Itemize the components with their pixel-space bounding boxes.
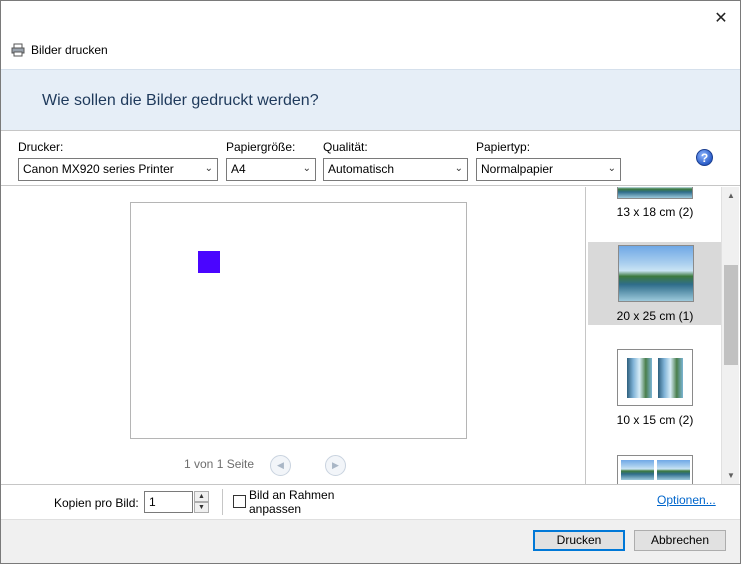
paper-size-select[interactable]: A4 ⌄ — [226, 158, 316, 181]
title-bar: Bilder drucken — [11, 41, 108, 59]
window-title: Bilder drucken — [31, 43, 108, 57]
paper-size-value: A4 — [231, 162, 246, 176]
next-page-button[interactable]: ▶ — [325, 455, 346, 476]
printer-icon — [11, 43, 25, 57]
fit-to-frame-checkbox[interactable] — [233, 495, 246, 508]
close-icon: ✕ — [714, 10, 728, 27]
copies-bar: Kopien pro Bild: ▲ ▼ Bild an Rahmen anpa… — [1, 484, 740, 519]
layout-caption: 20 x 25 cm (1) — [616, 309, 694, 323]
layout-caption: 13 x 18 cm (2) — [616, 205, 694, 219]
layout-thumbnail — [617, 455, 693, 484]
chevron-down-icon: ⌄ — [302, 163, 311, 174]
header-banner: Wie sollen die Bilder gedruckt werden? — [1, 69, 740, 131]
paper-size-label: Papiergröße: — [226, 140, 296, 154]
page-title: Wie sollen die Bilder gedruckt werden? — [42, 92, 319, 109]
close-button[interactable]: ✕ — [708, 7, 734, 29]
print-pictures-dialog: ✕ Bilder drucken Wie sollen die Bilder g… — [0, 0, 741, 564]
print-preview: 1 von 1 Seite ◀ ▶ — [1, 187, 585, 484]
arrow-right-icon: ▶ — [332, 460, 339, 470]
chevron-down-icon: ⌄ — [204, 163, 213, 174]
layout-thumbnail — [617, 349, 693, 406]
print-options-bar: Drucker: Canon MX920 series Printer ⌄ Pa… — [1, 131, 740, 186]
fit-to-frame-label[interactable]: Bild an Rahmen anpassen — [249, 488, 349, 516]
layout-item[interactable]: 13 x 18 cm (2) — [588, 187, 722, 227]
page-indicator: 1 von 1 Seite — [184, 457, 255, 471]
chevron-up-icon: ▲ — [198, 493, 205, 500]
paper-type-value: Normalpapier — [481, 162, 554, 176]
scroll-thumb[interactable] — [724, 265, 738, 365]
copies-decrement-button[interactable]: ▼ — [194, 502, 209, 513]
print-button[interactable]: Drucken — [533, 530, 625, 551]
arrow-left-icon: ◀ — [277, 460, 284, 470]
layout-item[interactable]: 10 x 15 cm (2) — [588, 347, 722, 432]
layout-list: 13 x 18 cm (2) 20 x 25 cm (1) 10 x 15 cm… — [585, 187, 740, 484]
printer-label: Drucker: — [18, 140, 64, 154]
help-icon[interactable]: ? — [696, 149, 713, 166]
copies-label: Kopien pro Bild: — [54, 496, 139, 510]
layout-item[interactable] — [588, 453, 722, 484]
copies-input[interactable] — [144, 491, 193, 513]
divider — [222, 489, 223, 515]
previous-page-button[interactable]: ◀ — [270, 455, 291, 476]
copies-increment-button[interactable]: ▲ — [194, 491, 209, 502]
dialog-footer: Drucken Abbrechen — [1, 519, 740, 563]
paper-type-select[interactable]: Normalpapier ⌄ — [476, 158, 621, 181]
preview-page — [130, 202, 467, 439]
quality-select[interactable]: Automatisch ⌄ — [323, 158, 468, 181]
layout-item[interactable]: 20 x 25 cm (1) — [588, 242, 722, 325]
printer-select[interactable]: Canon MX920 series Printer ⌄ — [18, 158, 218, 181]
quality-value: Automatisch — [328, 162, 395, 176]
scroll-up-icon[interactable]: ▲ — [722, 187, 740, 204]
options-link[interactable]: Optionen... — [657, 493, 716, 507]
cancel-button[interactable]: Abbrechen — [634, 530, 726, 551]
quality-label: Qualität: — [323, 140, 368, 154]
layout-thumbnail — [617, 187, 693, 199]
scroll-down-icon[interactable]: ▼ — [722, 467, 740, 484]
printer-value: Canon MX920 series Printer — [23, 162, 174, 176]
chevron-down-icon: ▼ — [198, 504, 205, 511]
chevron-down-icon: ⌄ — [607, 163, 616, 174]
chevron-down-icon: ⌄ — [454, 163, 463, 174]
layout-thumbnail — [618, 245, 694, 302]
layout-caption: 10 x 15 cm (2) — [616, 413, 694, 427]
preview-image — [198, 251, 220, 273]
paper-type-label: Papiertyp: — [476, 140, 531, 154]
layout-scrollbar[interactable]: ▲ ▼ — [721, 187, 739, 484]
